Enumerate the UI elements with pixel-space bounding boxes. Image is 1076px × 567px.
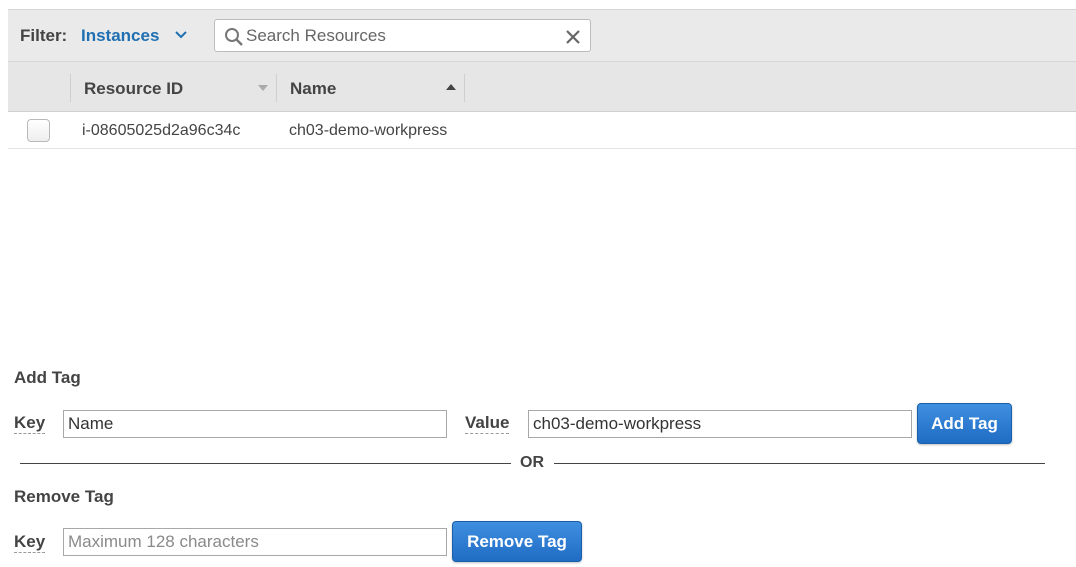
column-separator [464, 74, 465, 102]
search-input[interactable] [246, 24, 556, 48]
column-separator [276, 74, 277, 102]
column-header-name[interactable]: Name [290, 79, 336, 99]
remove-tag-button[interactable]: Remove Tag [452, 521, 582, 562]
remove-tag-key-label: Key [14, 532, 46, 553]
sort-down-icon[interactable] [257, 84, 269, 92]
resource-type-value: Instances [81, 26, 160, 45]
table-row[interactable]: i-08605025d2a96c34c ch03-demo-workpress [8, 112, 1076, 149]
add-tag-key-input[interactable] [63, 410, 447, 438]
divider-line-right [554, 463, 1045, 464]
table-header: Resource ID Name [8, 61, 1076, 112]
remove-tag-key-input[interactable] [63, 528, 447, 556]
column-header-resource-id[interactable]: Resource ID [84, 79, 183, 99]
search-box [214, 19, 591, 52]
name-cell: ch03-demo-workpress [289, 122, 448, 139]
sort-up-icon[interactable] [445, 83, 457, 91]
search-icon [225, 28, 243, 46]
resource-type-dropdown[interactable]: Instances [81, 26, 187, 46]
resource-id-cell: i-08605025d2a96c34c [82, 122, 241, 139]
clear-search-icon[interactable] [564, 28, 582, 46]
chevron-down-icon [175, 31, 187, 39]
or-divider-label: OR [520, 454, 544, 471]
column-separator [70, 74, 71, 102]
add-tag-value-input[interactable] [528, 410, 912, 438]
add-tag-value-label: Value [465, 413, 510, 434]
add-tag-title: Add Tag [14, 368, 81, 387]
divider-line-left [20, 463, 511, 464]
add-tag-button[interactable]: Add Tag [917, 403, 1012, 444]
filter-bar: Filter: Instances [8, 9, 1076, 61]
add-tag-key-label: Key [14, 413, 46, 434]
row-checkbox[interactable] [27, 119, 50, 142]
remove-tag-title: Remove Tag [14, 487, 114, 506]
filter-label: Filter: [20, 26, 68, 45]
